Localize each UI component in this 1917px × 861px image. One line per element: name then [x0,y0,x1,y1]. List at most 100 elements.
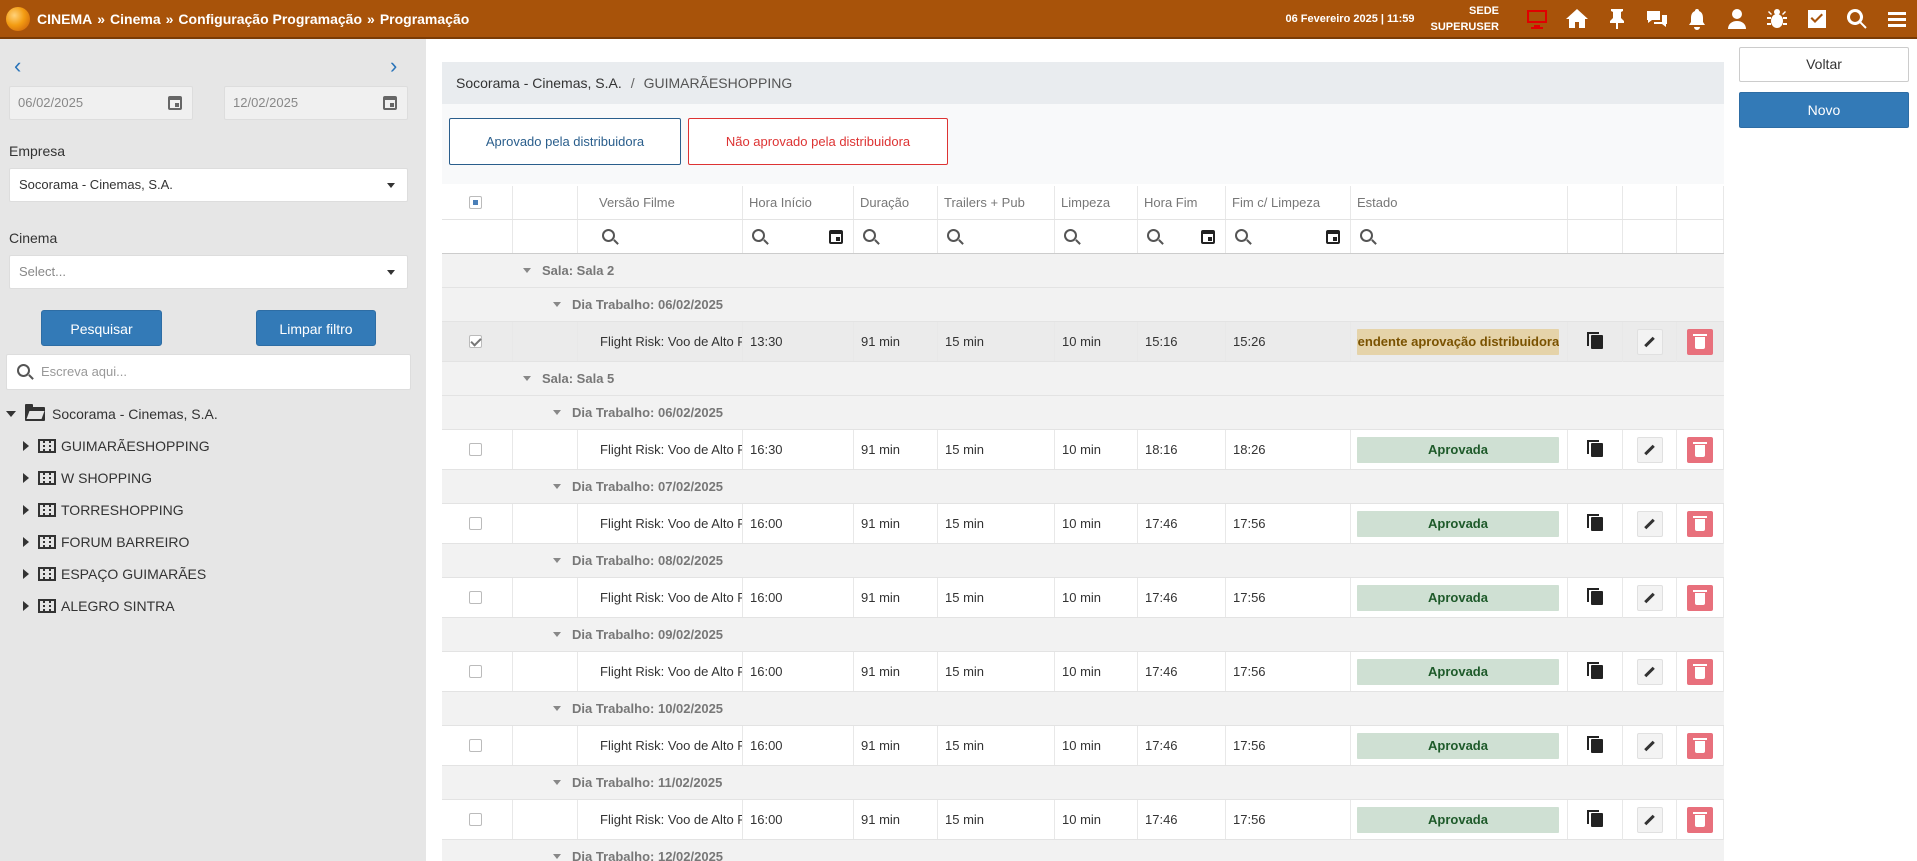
group-dia[interactable]: Dia Trabalho: 08/02/2025 [442,544,1724,578]
col-trailers[interactable]: Trailers + Pub [938,186,1055,219]
group-dia[interactable]: Dia Trabalho: 06/02/2025 [442,288,1724,322]
group-dia[interactable]: Dia Trabalho: 06/02/2025 [442,396,1724,430]
edit-button[interactable] [1636,511,1663,537]
col-limpeza[interactable]: Limpeza [1055,186,1138,219]
search-button[interactable]: Pesquisar [41,310,162,346]
new-button[interactable]: Novo [1739,92,1909,128]
caret-right-icon[interactable] [23,441,29,451]
filter-versao-filme[interactable] [578,220,743,253]
row-checkbox[interactable] [469,517,482,530]
filter-limpeza[interactable] [1055,220,1138,253]
caret-right-icon[interactable] [23,601,29,611]
col-fim-limpeza[interactable]: Fim c/ Limpeza [1226,186,1351,219]
group-dia[interactable]: Dia Trabalho: 10/02/2025 [442,692,1724,726]
caret-down-icon[interactable] [553,302,561,307]
tree-item-cinema[interactable]: ALEGRO SINTRA [23,598,175,614]
clear-filter-button[interactable]: Limpar filtro [256,310,376,346]
empresa-select[interactable]: Socorama - Cinemas, S.A. [9,168,408,202]
bug-icon[interactable] [1757,0,1797,37]
filter-estado[interactable] [1351,220,1568,253]
table-row[interactable]: Flight Risk: Voo de Alto Risco 16:00 91 … [442,726,1724,766]
table-row[interactable]: Flight Risk: Voo de Alto Risco 16:00 91 … [442,652,1724,692]
caret-down-icon[interactable] [553,854,561,859]
tree-item-cinema[interactable]: GUIMARÃESHOPPING [23,438,210,454]
copy-button[interactable] [1568,504,1623,544]
edit-button[interactable] [1636,329,1663,355]
tree-search-input[interactable]: Escreva aqui... [6,354,411,390]
calendar-icon[interactable] [829,230,843,244]
caret-right-icon[interactable] [23,473,29,483]
menu-icon[interactable] [1877,0,1917,37]
user-icon[interactable] [1717,0,1757,37]
date-from-input[interactable]: 06/02/2025 [9,86,193,120]
group-dia[interactable]: Dia Trabalho: 12/02/2025 [442,840,1724,861]
chat-icon[interactable] [1637,0,1677,37]
filter-approved-button[interactable]: Aprovado pela distribuidora [449,118,681,165]
copy-button[interactable] [1568,578,1623,618]
search-icon[interactable] [1837,0,1877,37]
caret-down-icon[interactable] [553,484,561,489]
desktop-icon[interactable] [1517,0,1557,37]
calendar-icon[interactable] [383,96,397,110]
filter-duracao[interactable] [854,220,938,253]
user-info[interactable]: SEDE SUPERUSER [1431,3,1499,35]
crumb-cinema[interactable]: CINEMA [37,11,92,27]
copy-button[interactable] [1568,322,1623,362]
col-hora-fim[interactable]: Hora Fim [1138,186,1226,219]
copy-button[interactable] [1568,800,1623,840]
edit-button[interactable] [1636,659,1663,685]
calendar-icon[interactable] [1201,230,1215,244]
date-to-input[interactable]: 12/02/2025 [224,86,408,120]
tree-item-cinema[interactable]: W SHOPPING [23,470,152,486]
row-checkbox[interactable] [469,665,482,678]
row-checkbox[interactable] [469,739,482,752]
calendar-icon[interactable] [168,96,182,110]
caret-down-icon[interactable] [553,780,561,785]
group-sala[interactable]: Sala: Sala 2 [442,254,1724,288]
col-hora-inicio[interactable]: Hora Início [743,186,854,219]
breadcrumb-company[interactable]: Socorama - Cinemas, S.A. [456,75,622,91]
app-logo[interactable] [6,6,30,31]
edit-button[interactable] [1636,437,1663,463]
select-all-checkbox[interactable] [469,196,482,209]
group-dia[interactable]: Dia Trabalho: 07/02/2025 [442,470,1724,504]
delete-button[interactable] [1687,807,1713,833]
filter-fim-limpeza[interactable] [1226,220,1351,253]
caret-down-icon[interactable] [6,411,16,417]
checkbox-icon[interactable] [1797,0,1837,37]
edit-button[interactable] [1636,733,1663,759]
row-checkbox[interactable] [469,813,482,826]
delete-button[interactable] [1687,585,1713,611]
caret-down-icon[interactable] [553,632,561,637]
row-checkbox[interactable] [469,335,482,348]
crumb-config[interactable]: Configuração Programação [178,11,362,27]
col-estado[interactable]: Estado [1351,186,1568,219]
caret-down-icon[interactable] [553,706,561,711]
delete-button[interactable] [1687,659,1713,685]
row-checkbox[interactable] [469,443,482,456]
caret-right-icon[interactable] [23,537,29,547]
filter-hora-fim[interactable] [1138,220,1226,253]
caret-down-icon[interactable] [553,558,561,563]
cinema-select[interactable]: Select... [9,255,408,289]
table-row[interactable]: Flight Risk: Voo de Alto Risco 16:00 91 … [442,504,1724,544]
caret-down-icon[interactable] [553,410,561,415]
delete-button[interactable] [1687,733,1713,759]
group-sala[interactable]: Sala: Sala 5 [442,362,1724,396]
delete-button[interactable] [1687,511,1713,537]
back-button[interactable]: Voltar [1739,47,1909,82]
edit-button[interactable] [1636,585,1663,611]
group-dia[interactable]: Dia Trabalho: 09/02/2025 [442,618,1724,652]
table-row[interactable]: Flight Risk: Voo de Alto Risco 16:00 91 … [442,800,1724,840]
delete-button[interactable] [1687,437,1713,463]
chevron-left-icon[interactable]: ‹ [14,55,21,77]
table-row[interactable]: Flight Risk: Voo de Alto Risco 13:30 91 … [442,322,1724,362]
filter-not-approved-button[interactable]: Não aprovado pela distribuidora [688,118,948,165]
pin-icon[interactable] [1597,0,1637,37]
edit-button[interactable] [1636,807,1663,833]
caret-down-icon[interactable] [523,268,531,273]
col-versao-filme[interactable]: Versão Filme [578,186,743,219]
row-checkbox[interactable] [469,591,482,604]
caret-right-icon[interactable] [23,569,29,579]
caret-down-icon[interactable] [523,376,531,381]
